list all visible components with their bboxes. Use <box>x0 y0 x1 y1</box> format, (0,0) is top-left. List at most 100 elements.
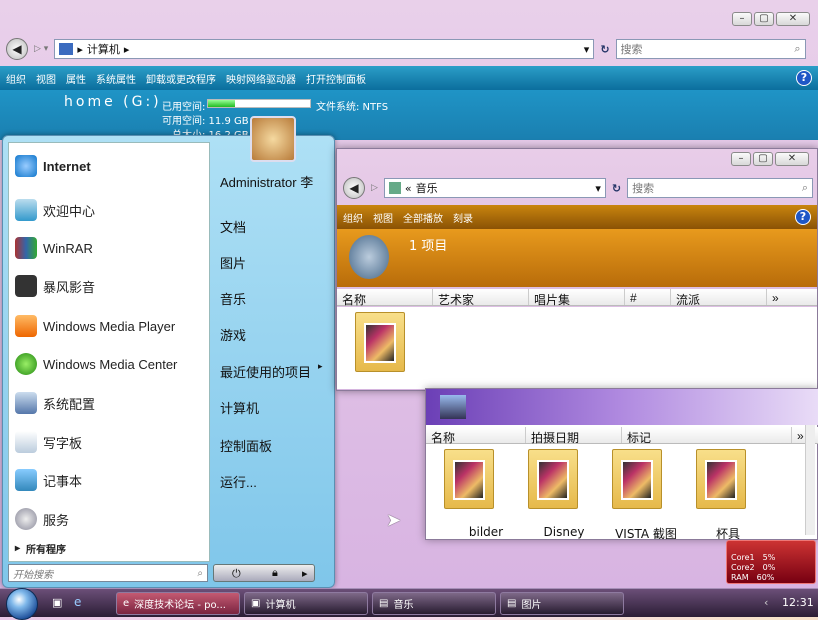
cmd-organize[interactable]: 组织 <box>6 71 26 86</box>
taskbar-item-forum[interactable]: e 深度技术论坛 - po... <box>116 592 240 615</box>
search-icon[interactable]: ⌕ <box>197 568 203 579</box>
cmd-view[interactable]: 视图 <box>36 71 56 86</box>
details-pane: home (G:) 已用空间: 文件系统: NTFS 可用空间: 11.9 GB… <box>0 90 818 141</box>
cmd-control-panel[interactable]: 打开控制面板 <box>306 71 366 86</box>
back-button[interactable]: ◀ <box>6 38 28 60</box>
cmd-organize[interactable]: 组织 <box>343 210 363 225</box>
music-address-field[interactable]: « 音乐 ▾ <box>383 178 606 198</box>
list-item[interactable] <box>612 449 662 509</box>
col-name[interactable]: 名称 <box>426 427 526 445</box>
sm-right-music[interactable]: 音乐 <box>220 289 246 308</box>
wordpad-icon <box>15 431 37 453</box>
welcome-icon <box>15 199 37 221</box>
folder-thumbnail-icon <box>621 460 653 500</box>
show-desktop-icon[interactable]: ▣ <box>52 596 62 609</box>
address-field[interactable]: ▸ 计算机 ▸ ▾ <box>54 39 595 59</box>
tray-expand-icon[interactable]: ‹ <box>764 596 768 609</box>
all-programs[interactable]: ▸ 所有程序 <box>15 541 66 556</box>
col-genre[interactable]: 流派 <box>671 289 767 307</box>
sm-right-documents[interactable]: 文档 <box>220 217 246 236</box>
minimize-button[interactable]: – <box>731 152 751 166</box>
folder-thumbnail-icon <box>453 460 485 500</box>
col-date[interactable]: 拍摄日期 <box>526 427 622 445</box>
search-input[interactable]: 搜索 ⌕ <box>615 39 806 59</box>
music-address-row: ◀ ▷ « 音乐 ▾ ↻ 搜索 ⌕ <box>337 175 818 201</box>
minimize-button[interactable]: – <box>732 12 752 26</box>
sm-item-internet[interactable]: Internet <box>15 155 91 177</box>
sm-item-services[interactable]: 服务 <box>15 508 69 530</box>
cmd-system-properties[interactable]: 系统属性 <box>96 71 136 86</box>
maximize-button[interactable]: ▢ <box>753 152 773 166</box>
col-number[interactable]: # <box>625 289 671 305</box>
close-button[interactable]: ✕ <box>775 152 809 166</box>
music-search-input[interactable]: 搜索 ⌕ <box>627 178 814 198</box>
sm-item-wmp[interactable]: Windows Media Player <box>15 315 175 337</box>
list-item[interactable] <box>528 449 578 509</box>
sm-item-wmc[interactable]: Windows Media Center <box>15 353 177 375</box>
sm-right-run[interactable]: 运行... <box>220 472 257 491</box>
list-item[interactable] <box>355 312 405 372</box>
cpu-meter-gadget[interactable]: Core1 5% Core2 0% RAM 60% <box>726 540 816 584</box>
avatar[interactable] <box>250 116 296 162</box>
music-file-list <box>337 307 817 389</box>
cmd-view[interactable]: 视图 <box>373 210 393 225</box>
folder-icon: ▤ <box>507 598 517 609</box>
window-controls: – ▢ ✕ <box>730 12 810 26</box>
col-artist[interactable]: 艺术家 <box>433 289 529 307</box>
sm-right-games[interactable]: 游戏 <box>220 325 246 344</box>
help-icon[interactable]: ? <box>796 70 812 86</box>
taskbar-item-pictures[interactable]: ▤ 图片 <box>500 592 624 615</box>
taskbar-item-music[interactable]: ▤ 音乐 <box>372 592 496 615</box>
sm-item-welcome[interactable]: 欢迎中心 <box>15 199 95 221</box>
forward-icon[interactable]: ▷ <box>371 183 378 193</box>
cmd-properties[interactable]: 属性 <box>66 71 86 86</box>
list-item[interactable] <box>444 449 494 509</box>
col-name[interactable]: 名称 <box>337 289 433 307</box>
refresh-icon[interactable]: ↻ <box>612 182 621 195</box>
start-search-input[interactable]: 开始搜索 ⌕ <box>8 564 208 582</box>
list-item[interactable] <box>696 449 746 509</box>
storm-player-icon <box>15 275 37 297</box>
sm-item-notepad[interactable]: 记事本 <box>15 469 82 491</box>
cmd-play-all[interactable]: 全部播放 <box>403 210 443 225</box>
more-columns-icon[interactable]: » <box>767 289 784 305</box>
cmd-uninstall[interactable]: 卸载或更改程序 <box>146 71 216 86</box>
col-tags[interactable]: 标记 <box>622 427 792 445</box>
col-album[interactable]: 唱片集 <box>529 289 625 307</box>
dropdown-icon[interactable]: ▾ <box>595 182 601 195</box>
address-bar-row: ◀ ▷ ▾ ▸ 计算机 ▸ ▾ ↻ 搜索 ⌕ <box>0 36 818 62</box>
sm-item-msconfig[interactable]: 系统配置 <box>15 392 95 414</box>
sm-right-control-panel[interactable]: 控制面板 <box>220 436 272 455</box>
lock-icon[interactable]: 🔒︎ <box>272 566 278 580</box>
clock[interactable]: 12:31 <box>782 596 814 609</box>
sm-item-wordpad[interactable]: 写字板 <box>15 431 82 453</box>
help-icon[interactable]: ? <box>795 209 811 225</box>
taskbar-item-computer[interactable]: ▣ 计算机 <box>244 592 368 615</box>
back-button[interactable]: ◀ <box>343 177 365 199</box>
search-icon[interactable]: ⌕ <box>802 181 808 195</box>
sm-item-storm[interactable]: 暴风影音 <box>15 275 95 297</box>
core1-label: Core1 <box>731 553 755 562</box>
ie-quicklaunch-icon[interactable]: e <box>74 595 81 609</box>
forward-icon[interactable]: ▷ ▾ <box>34 44 48 54</box>
search-icon[interactable]: ⌕ <box>794 42 800 56</box>
sm-right-recent[interactable]: 最近使用的项目 <box>220 362 311 381</box>
refresh-icon[interactable]: ↻ <box>600 43 609 56</box>
breadcrumb-sep-icon: ▸ <box>123 42 130 56</box>
cmd-burn[interactable]: 刻录 <box>453 210 473 225</box>
sm-right-computer[interactable]: 计算机 <box>220 398 259 417</box>
music-address-text: 音乐 <box>415 182 438 195</box>
maximize-button[interactable]: ▢ <box>754 12 774 26</box>
winrar-icon <box>15 237 37 259</box>
sm-right-pictures[interactable]: 图片 <box>220 253 246 272</box>
cmd-map-drive[interactable]: 映射网络驱动器 <box>226 71 296 86</box>
sm-right-user[interactable]: Administrator 李 <box>220 172 320 191</box>
start-orb-icon[interactable] <box>6 588 38 620</box>
arrow-right-icon[interactable]: ▸ <box>302 567 308 580</box>
close-button[interactable]: ✕ <box>776 12 810 26</box>
music-window: – ▢ ✕ ◀ ▷ « 音乐 ▾ ↻ 搜索 ⌕ 组织 视图 全部播放 刻录 ? 1… <box>336 148 818 391</box>
power-icon[interactable]: ⏻ <box>232 567 241 581</box>
dropdown-icon[interactable]: ▾ <box>584 43 590 56</box>
sm-item-winrar[interactable]: WinRAR <box>15 237 93 259</box>
scrollbar[interactable] <box>805 425 815 535</box>
